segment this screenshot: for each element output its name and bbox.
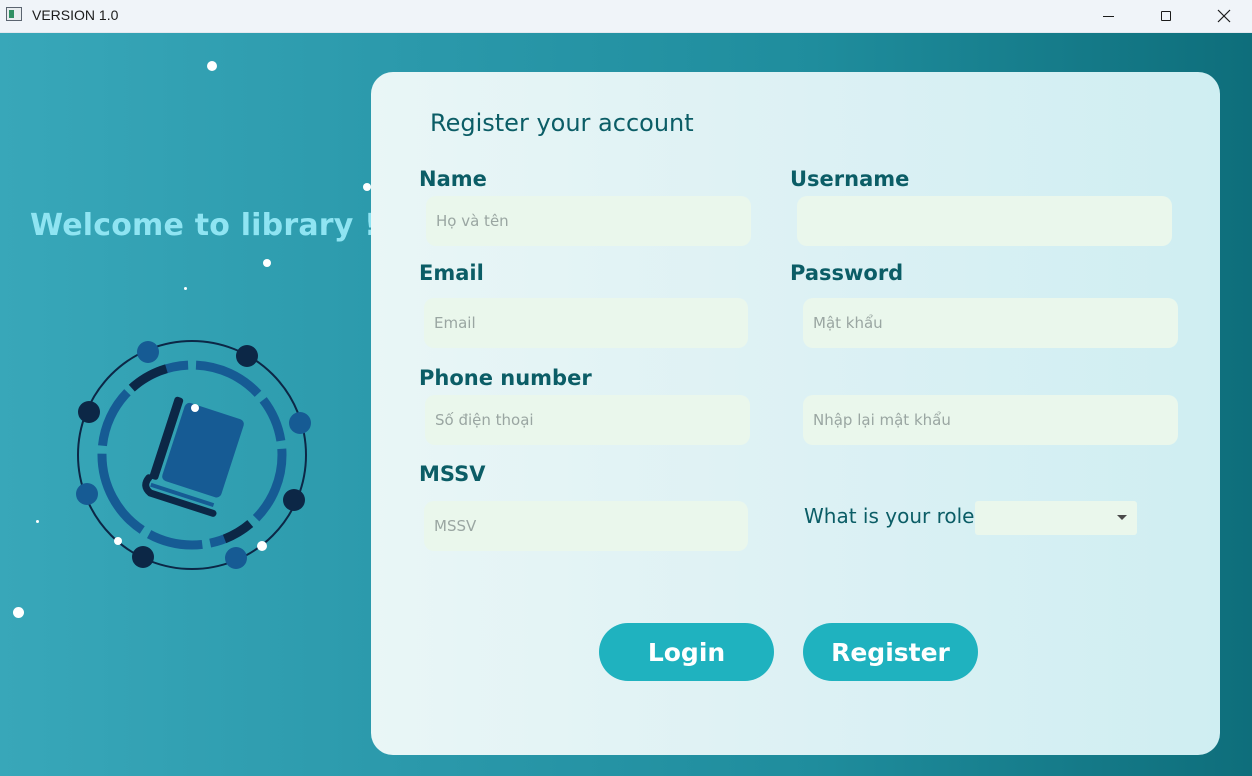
phone-field[interactable] bbox=[425, 395, 750, 445]
decor-dot bbox=[207, 61, 217, 71]
role-dropdown[interactable] bbox=[975, 501, 1137, 535]
decor-dot bbox=[184, 287, 187, 290]
register-button[interactable]: Register bbox=[803, 623, 978, 681]
decor-dot bbox=[263, 259, 271, 267]
decor-dot bbox=[36, 520, 39, 523]
register-card: Register your account Name Username Emai… bbox=[371, 72, 1220, 755]
mssv-field[interactable] bbox=[424, 501, 748, 551]
minimize-button[interactable] bbox=[1079, 0, 1137, 32]
password-field[interactable] bbox=[803, 298, 1178, 348]
decor-dot bbox=[13, 607, 24, 618]
book-orbit-icon bbox=[76, 340, 311, 570]
login-button[interactable]: Login bbox=[599, 623, 774, 681]
welcome-heading: Welcome to library ! bbox=[30, 208, 379, 243]
app-icon bbox=[6, 7, 22, 21]
decor-dot bbox=[363, 183, 371, 191]
mssv-label: MSSV bbox=[419, 462, 486, 486]
close-button[interactable] bbox=[1195, 0, 1252, 32]
name-field[interactable] bbox=[426, 196, 751, 246]
role-label: What is your role? bbox=[804, 504, 986, 528]
username-label: Username bbox=[790, 167, 910, 191]
close-icon bbox=[1217, 9, 1231, 23]
username-field[interactable] bbox=[797, 196, 1172, 246]
name-label: Name bbox=[419, 167, 487, 191]
email-label: Email bbox=[419, 261, 484, 285]
chevron-down-icon bbox=[1117, 515, 1127, 520]
password-label: Password bbox=[790, 261, 904, 285]
maximize-icon bbox=[1161, 11, 1171, 21]
window-title: VERSION 1.0 bbox=[32, 7, 119, 23]
confirm-password-field[interactable] bbox=[803, 395, 1178, 445]
maximize-button[interactable] bbox=[1137, 0, 1195, 32]
title-bar: VERSION 1.0 bbox=[0, 0, 1252, 33]
minimize-icon bbox=[1102, 15, 1114, 17]
email-field[interactable] bbox=[424, 298, 748, 348]
phone-label: Phone number bbox=[419, 366, 592, 390]
form-title: Register your account bbox=[430, 109, 694, 137]
